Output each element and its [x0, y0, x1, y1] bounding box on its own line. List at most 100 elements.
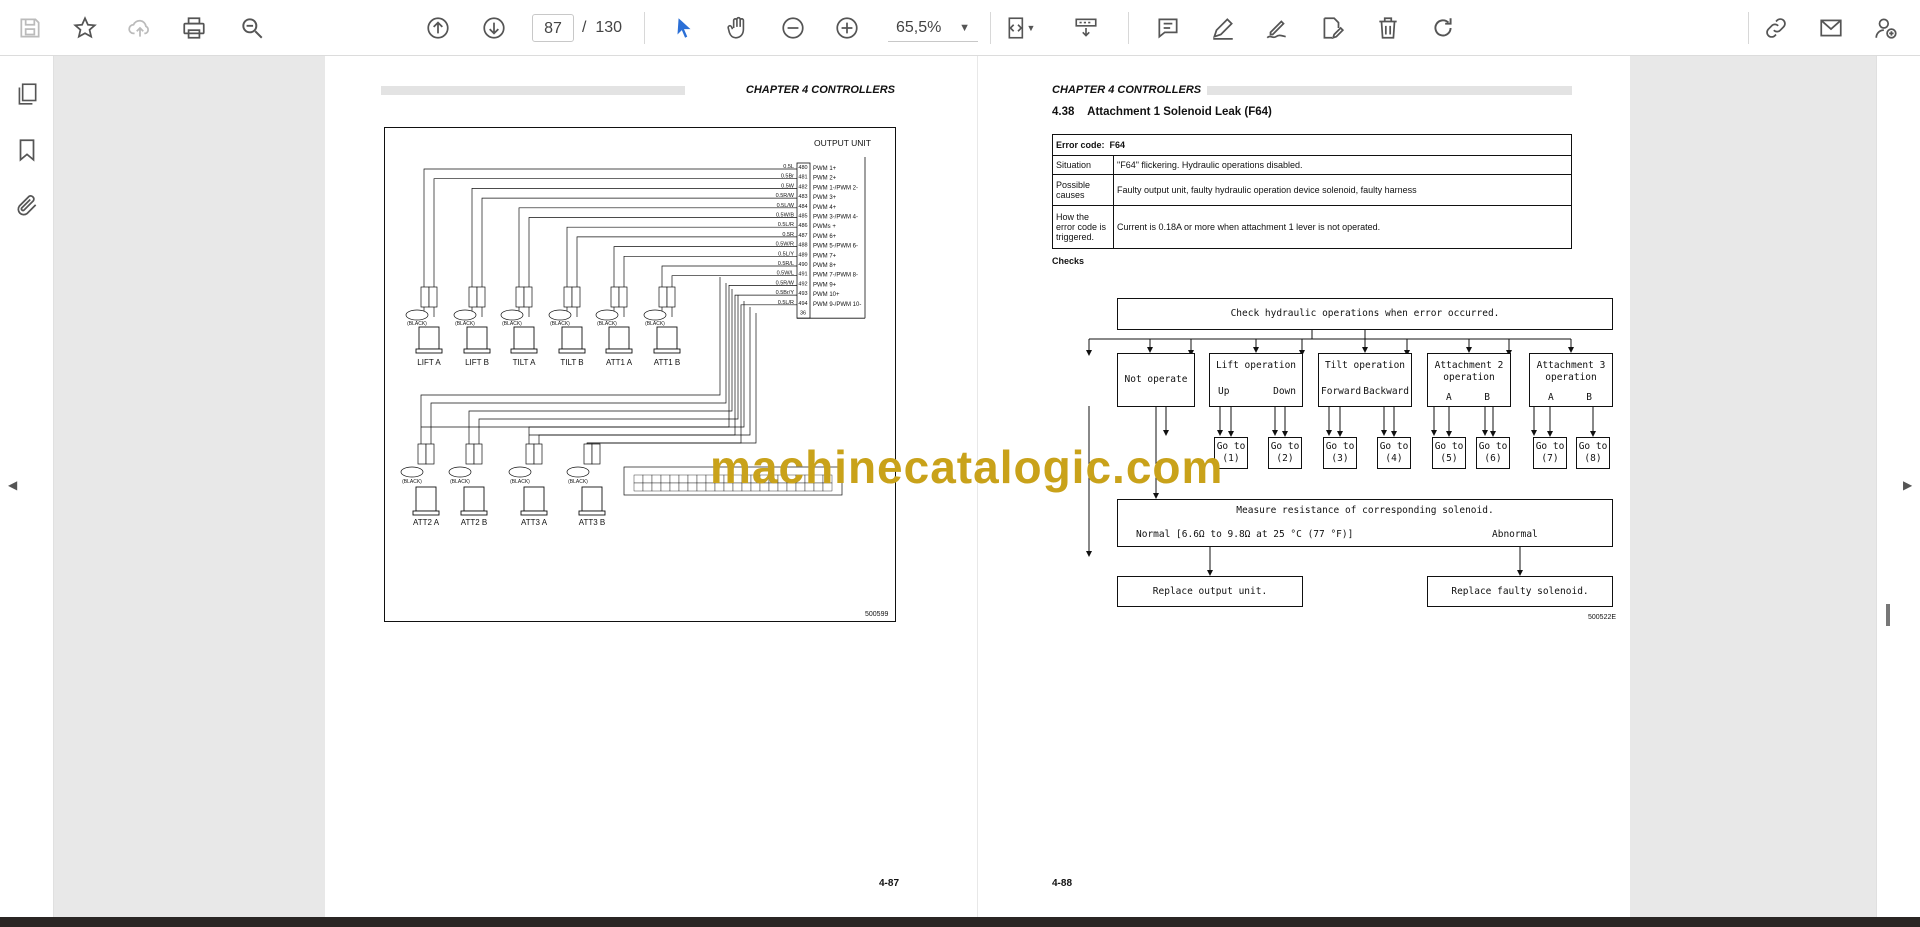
wire-line: [623, 255, 797, 317]
document-viewer[interactable]: CHAPTER 4 CONTROLLERS 480 PWM 1+ 0.5L 481 PW…: [54, 56, 1876, 917]
connector-pinout-cell: [696, 482, 707, 492]
scrollbar-handle[interactable]: [1886, 604, 1890, 626]
page-down-icon[interactable]: [476, 10, 512, 46]
save-icon[interactable]: [12, 10, 48, 46]
solenoid-label: ATT1 A: [606, 358, 633, 367]
flow-att3-a: A: [1548, 392, 1554, 403]
left-sidebar: ◀: [0, 56, 54, 927]
wire-pin-label: 480: [798, 165, 807, 171]
select-arrow-icon[interactable]: [666, 10, 702, 46]
flow-att3-title: Attachment 3 operation: [1536, 360, 1606, 383]
connector-tag-label: (BLACK): [502, 321, 522, 327]
section-number: 4.38: [1052, 106, 1075, 118]
wire-pin-label: 492: [798, 281, 807, 287]
attachment-clip-icon[interactable]: [9, 188, 45, 224]
solenoid-connector-pin: [428, 286, 438, 308]
solenoid-connector-pin: [571, 286, 581, 308]
solenoid-connector-pin: [425, 443, 435, 465]
upload-icon[interactable]: [122, 10, 158, 46]
page-number-input[interactable]: 87: [532, 14, 574, 42]
bottom-strip: [0, 917, 1920, 927]
flow-att3-b: B: [1586, 392, 1592, 403]
mail-icon[interactable]: [1813, 10, 1849, 46]
solenoid-plug: [400, 466, 424, 478]
comment-icon[interactable]: [1150, 10, 1186, 46]
wire-pin-label: 487: [798, 233, 807, 239]
wire-signal-label: PWM 2+: [813, 176, 837, 182]
edit-page-icon[interactable]: [1314, 10, 1350, 46]
zoom-search-icon[interactable]: [234, 10, 270, 46]
table-row-value: "F64" flickering. Hydraulic operations d…: [1113, 155, 1572, 175]
total-pages: 130: [595, 19, 623, 36]
wire-signal-label: PWM 3-/PWM 4-: [813, 215, 858, 221]
solenoid-label: LIFT A: [417, 358, 441, 367]
wire-signal-label: PWM 9-/PWM 10-: [813, 302, 861, 308]
wire-signal-label: PWM 6+: [813, 234, 837, 240]
print-icon[interactable]: [176, 10, 212, 46]
wire-line: [587, 304, 797, 444]
wire-signal-label: PWM 4+: [813, 205, 837, 211]
collapse-right-icon[interactable]: ▶: [1903, 478, 1912, 492]
zoom-in-icon[interactable]: [829, 10, 865, 46]
flow-att2-b: B: [1484, 392, 1490, 403]
error-code-row: Error code: F64: [1052, 134, 1572, 156]
flow-measure-box: Measure resistance of corresponding sole…: [1117, 499, 1613, 547]
scan-icon[interactable]: [1068, 10, 1104, 46]
page-number-right: 4-88: [1052, 878, 1073, 889]
solenoid-connector-pin: [610, 286, 620, 308]
connector-pinout-cell: [678, 474, 689, 484]
solenoid-label: ATT1 B: [654, 358, 681, 367]
page-up-icon[interactable]: [420, 10, 456, 46]
error-code-label: Error code:: [1056, 140, 1105, 150]
output-unit-title: OUTPUT UNIT: [814, 138, 871, 148]
page-fit-chevron-icon[interactable]: ▼: [1021, 10, 1041, 46]
solenoid-body: [523, 486, 545, 512]
wire-pin-label: 481: [798, 175, 807, 181]
solenoid-label: LIFT B: [465, 358, 489, 367]
connector-pinout-cell: [660, 474, 671, 484]
solenoid-label: TILT B: [560, 358, 583, 367]
connector-pinout-cell: [633, 482, 644, 492]
zoom-select[interactable]: 65,5% ▼: [888, 14, 978, 42]
wire-line: [430, 283, 727, 457]
error-code-value: F64: [1109, 140, 1126, 150]
solenoid-connector-pin: [525, 443, 535, 465]
page-total: / 130: [582, 14, 622, 42]
connector-pinout-cell: [687, 482, 698, 492]
solenoid-body: [463, 486, 485, 512]
wire-line: [566, 226, 797, 317]
wire-pin-label: 489: [798, 252, 807, 258]
solenoid-connector-pin: [476, 286, 486, 308]
flow-goto-5: Go to (5): [1432, 437, 1466, 469]
section-heading: 4.38 Attachment 1 Solenoid Leak (F64): [1052, 106, 1272, 118]
delete-icon[interactable]: [1370, 10, 1406, 46]
sign-icon[interactable]: [1259, 10, 1295, 46]
solenoid-plug: [500, 309, 524, 321]
wire-pin-label: 491: [798, 272, 807, 278]
wire-pin-label: 484: [798, 204, 807, 210]
add-user-icon[interactable]: [1868, 10, 1904, 46]
pages-thumbnail-icon[interactable]: [9, 76, 45, 112]
solenoid-label: ATT3 B: [579, 518, 606, 527]
wire-pin-label: 493: [798, 291, 807, 297]
collapse-left-icon[interactable]: ◀: [8, 478, 17, 492]
connector-pinout-cell: [687, 474, 698, 484]
redo-icon[interactable]: [1425, 10, 1461, 46]
wire-pin-label: 486: [798, 223, 807, 229]
flow-abnormal-text: Abnormal: [1492, 529, 1538, 540]
bookmark-icon[interactable]: [9, 132, 45, 168]
solenoid-connector-pin: [666, 286, 676, 308]
share-link-icon[interactable]: [1758, 10, 1794, 46]
flow-goto-8: Go to (8): [1576, 437, 1610, 469]
solenoid-plug: [566, 466, 590, 478]
chapter-header-right: CHAPTER 4 CONTROLLERS: [1052, 84, 1208, 96]
pen-icon[interactable]: [1205, 10, 1241, 46]
checks-label: Checks: [1052, 256, 1085, 266]
wire-pin-label: 483: [798, 194, 807, 200]
wire-signal-label: PWM 7+: [813, 253, 837, 259]
bookmark-star-icon[interactable]: [67, 10, 103, 46]
connector-tag-label: (BLACK): [402, 479, 422, 485]
zoom-out-icon[interactable]: [775, 10, 811, 46]
table-row-label: Situation: [1052, 155, 1114, 175]
hand-icon[interactable]: [720, 10, 756, 46]
